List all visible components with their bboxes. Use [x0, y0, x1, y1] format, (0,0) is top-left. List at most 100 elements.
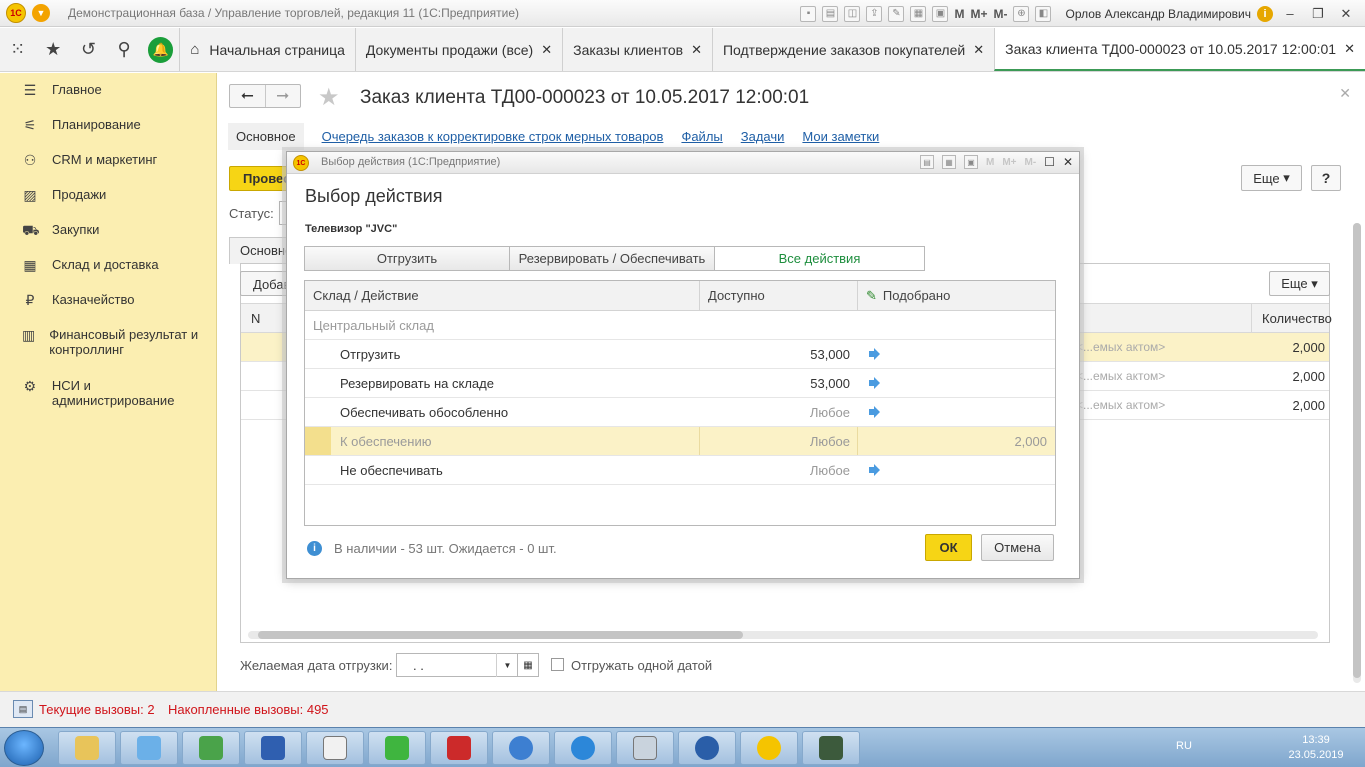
panels-icon[interactable]: ◧: [1035, 5, 1052, 22]
calculator-icon[interactable]: ▦: [941, 155, 956, 169]
memory-button[interactable]: M: [954, 7, 964, 21]
1c-app-icon[interactable]: [740, 731, 798, 765]
table-more-button[interactable]: Еще ▾: [1269, 271, 1330, 296]
save-icon[interactable]: ▪: [800, 5, 817, 22]
main-menu-chevron-icon[interactable]: ▼: [32, 4, 50, 22]
media-app-icon[interactable]: [554, 731, 612, 765]
close-window-button[interactable]: ✕: [1335, 6, 1357, 22]
more-button[interactable]: Еще ▾: [1241, 165, 1302, 191]
scroll-thumb[interactable]: [1353, 223, 1361, 678]
clock[interactable]: 13:39 23.05.2019: [1288, 733, 1344, 763]
filter-ship[interactable]: Отгрузить: [304, 246, 510, 271]
tab-customer-order[interactable]: Заказ клиента ТД00-000023 от 10.05.2017 …: [994, 28, 1365, 71]
document-app-icon[interactable]: [306, 731, 364, 765]
close-icon[interactable]: ✕: [541, 42, 552, 58]
close-icon[interactable]: ✕: [1344, 41, 1355, 57]
cancel-button[interactable]: Отмена: [981, 534, 1054, 561]
grid-row-do-not-provide[interactable]: Не обеспечивать Любое: [305, 456, 1055, 485]
tab-order-confirmation[interactable]: Подтверждение заказов покупателей ✕: [711, 28, 994, 71]
mail-app-icon[interactable]: [492, 731, 550, 765]
tab-customer-orders[interactable]: Заказы клиентов ✕: [562, 28, 712, 71]
sidebar-item-main[interactable]: ☰ Главное: [0, 73, 216, 108]
sidebar-item-sales[interactable]: ▨ Продажи: [0, 178, 216, 213]
column-quantity[interactable]: Количество: [1251, 304, 1332, 334]
sidebar-item-crm[interactable]: ⚇ CRM и маркетинг: [0, 143, 216, 178]
calendar-icon[interactable]: ▦: [517, 653, 539, 677]
add-button[interactable]: Добавить: [240, 271, 290, 296]
close-form-icon[interactable]: ✕: [1339, 85, 1351, 102]
history-icon[interactable]: ↺: [71, 28, 106, 71]
minimize-button[interactable]: –: [1279, 6, 1301, 21]
keyboard-language[interactable]: RU: [1176, 740, 1192, 752]
memory-plus-button[interactable]: M+: [970, 7, 987, 21]
search-icon[interactable]: ⚲: [106, 28, 141, 71]
windows-start-icon[interactable]: [4, 730, 44, 766]
grid-row-ship[interactable]: Отгрузить 53,000: [305, 340, 1055, 369]
current-user[interactable]: Орлов Александр Владимирович: [1065, 7, 1251, 21]
grid-group-row[interactable]: Центральный склад: [305, 311, 1055, 340]
arrow-right-icon[interactable]: [867, 463, 881, 477]
sidebar-item-planning[interactable]: ⚟ Планирование: [0, 108, 216, 143]
sidebar-item-treasury[interactable]: ₽ Казначейство: [0, 283, 216, 318]
apps-grid-icon[interactable]: ⁙: [0, 28, 35, 71]
help-button[interactable]: ?: [1311, 165, 1341, 191]
calculator-icon[interactable]: ▦: [910, 5, 927, 22]
network-icon[interactable]: [120, 731, 178, 765]
column-warehouse-action[interactable]: Склад / Действие: [313, 288, 419, 303]
print-icon[interactable]: ▤: [919, 155, 934, 169]
close-icon[interactable]: ✕: [973, 42, 984, 58]
nav-main[interactable]: Основное: [228, 122, 304, 150]
calendar-icon[interactable]: ▣: [963, 155, 978, 169]
ok-button[interactable]: ОК: [925, 534, 972, 561]
tab-sales-documents[interactable]: Документы продажи (все) ✕: [354, 28, 562, 71]
arrow-right-icon[interactable]: [867, 405, 881, 419]
upload-icon[interactable]: ⇪: [866, 5, 883, 22]
calculator-app-icon[interactable]: [616, 731, 674, 765]
monitor-app-icon[interactable]: [802, 731, 860, 765]
nav-link-queue[interactable]: Очередь заказов к корректировке строк ме…: [322, 129, 664, 144]
preview-icon[interactable]: ◫: [844, 5, 861, 22]
notifications-bell-icon[interactable]: 🔔: [147, 36, 174, 63]
filter-all-actions[interactable]: Все действия: [714, 246, 925, 271]
scroll-thumb[interactable]: [258, 631, 743, 639]
close-icon[interactable]: ✕: [691, 42, 702, 58]
nav-link-notes[interactable]: Мои заметки: [802, 129, 879, 144]
memory-minus-button[interactable]: M-: [993, 7, 1007, 21]
nav-link-tasks[interactable]: Задачи: [741, 129, 785, 144]
maximize-button[interactable]: ☐: [1044, 155, 1055, 169]
filter-reserve[interactable]: Резервировать / Обеспечивать: [509, 246, 715, 271]
autocad-icon[interactable]: [430, 731, 488, 765]
mouse-app-icon[interactable]: [182, 731, 240, 765]
back-arrow-icon[interactable]: ⭠: [230, 85, 265, 107]
chevron-down-icon[interactable]: ▼: [496, 653, 518, 677]
arrow-right-icon[interactable]: [867, 347, 881, 361]
vertical-scrollbar[interactable]: [1353, 223, 1361, 683]
zoom-icon[interactable]: ⊕: [1013, 5, 1030, 22]
close-dialog-button[interactable]: ✕: [1063, 155, 1073, 169]
sidebar-item-warehouse[interactable]: ▦ Склад и доставка: [0, 248, 216, 283]
print-icon[interactable]: ▤: [822, 5, 839, 22]
column-n[interactable]: N: [251, 311, 260, 326]
arrow-right-icon[interactable]: [867, 376, 881, 390]
info-icon[interactable]: i: [1257, 5, 1273, 22]
link-icon[interactable]: ✎: [888, 5, 905, 22]
grid-row-to-provide[interactable]: К обеспечению Любое 2,000: [305, 427, 1055, 456]
tab-home[interactable]: ⌂ Начальная страница: [179, 28, 355, 71]
explorer-icon[interactable]: [58, 731, 116, 765]
picked-quantity[interactable]: 2,000: [865, 434, 1047, 449]
calendar-icon[interactable]: ▣: [932, 5, 949, 22]
sidebar-item-admin[interactable]: ⚙ НСИ и администрирование: [0, 369, 216, 420]
nav-link-files[interactable]: Файлы: [681, 129, 722, 144]
1c-logo-icon[interactable]: 1С: [6, 3, 26, 23]
favorite-star-icon[interactable]: ★: [318, 83, 340, 112]
ship-one-date-checkbox[interactable]: [551, 658, 564, 671]
security-app-icon[interactable]: [244, 731, 302, 765]
forward-arrow-icon[interactable]: ⭢: [264, 85, 301, 107]
globe-app-icon[interactable]: [678, 731, 736, 765]
sidebar-item-purchases[interactable]: ⛟ Закупки: [0, 213, 216, 248]
trash-app-icon[interactable]: [368, 731, 426, 765]
grid-row-separate[interactable]: Обеспечивать обособленно Любое: [305, 398, 1055, 427]
sidebar-item-finance[interactable]: ▥ Финансовый результат и контроллинг: [0, 318, 216, 369]
favorites-star-icon[interactable]: ★: [35, 28, 70, 71]
dialog-titlebar[interactable]: 1С Выбор действия (1С:Предприятие) ▤ ▦ ▣…: [287, 152, 1079, 174]
